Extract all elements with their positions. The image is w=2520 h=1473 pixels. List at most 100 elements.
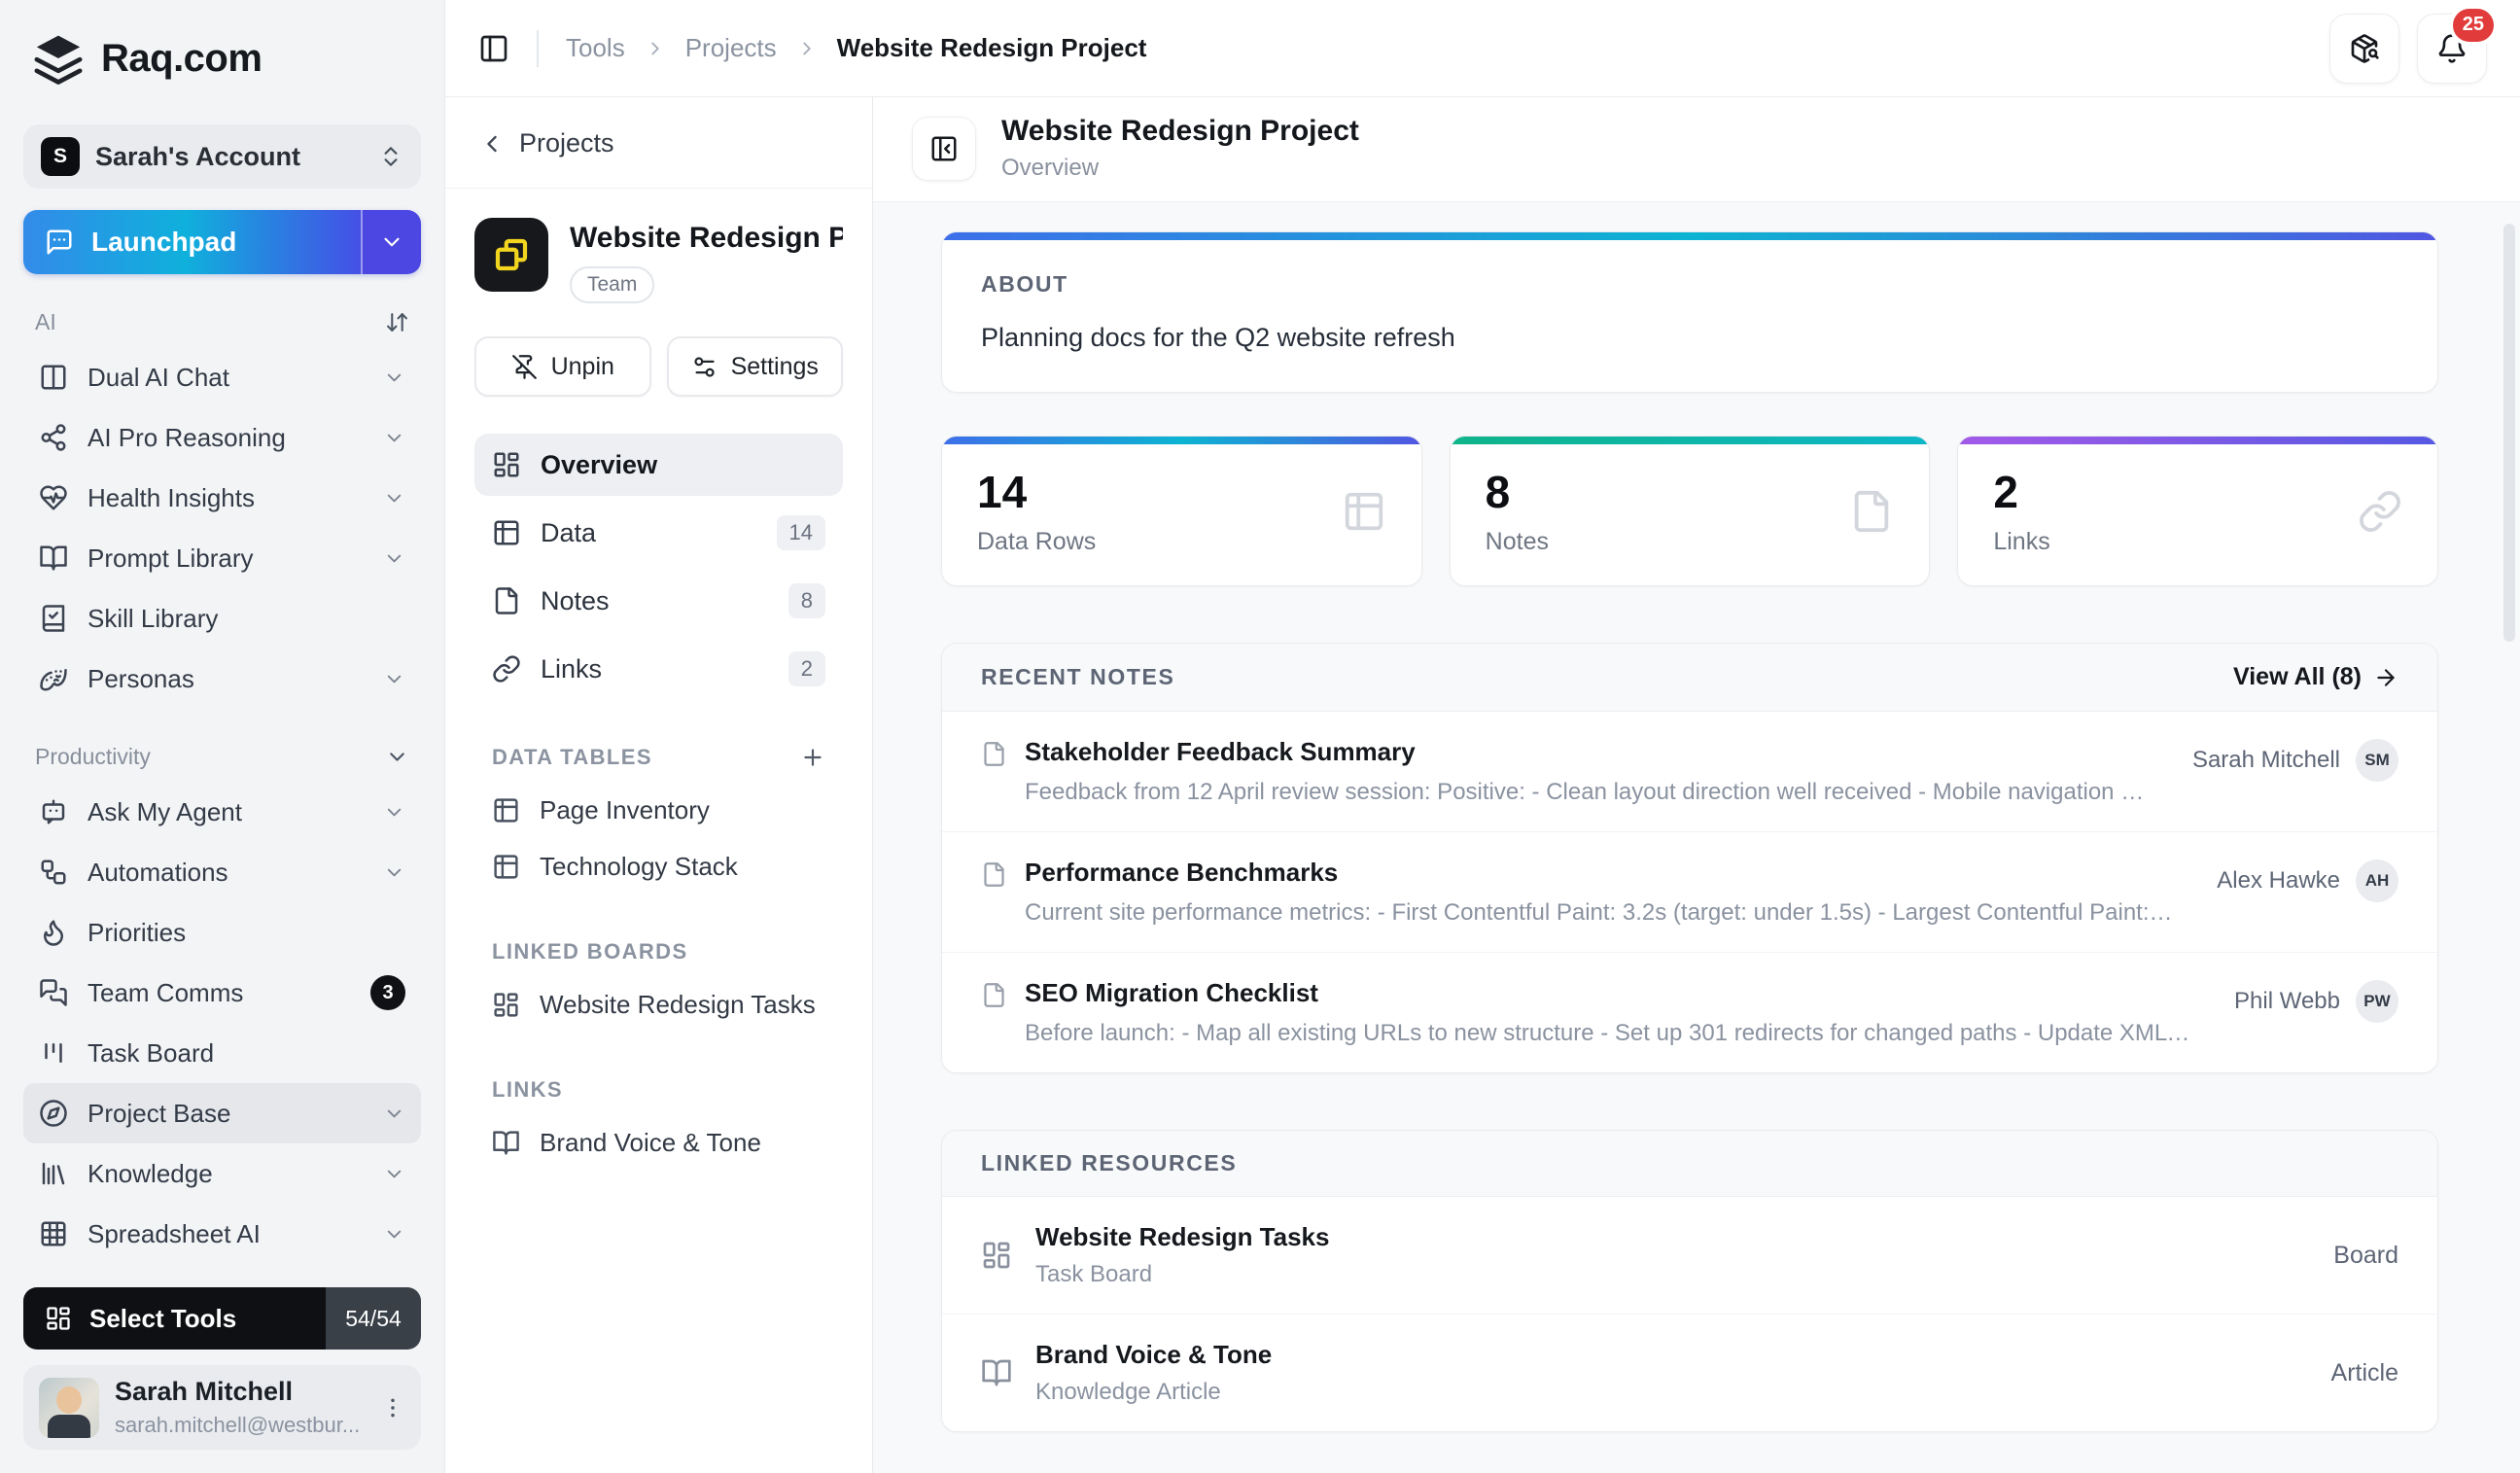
nav-item-overview[interactable]: Overview <box>474 434 843 496</box>
about-text: Planning docs for the Q2 website refresh <box>981 323 2398 353</box>
page-subtitle: Overview <box>1001 155 1359 182</box>
account-switcher[interactable]: S Sarah's Account <box>23 124 421 189</box>
launchpad-main[interactable]: Launchpad <box>23 210 361 274</box>
nav-item-label: Notes <box>541 586 610 616</box>
productivity-section-header: Productivity <box>35 744 409 770</box>
plus-icon[interactable] <box>800 745 825 770</box>
stat-card-links[interactable]: 2 Links <box>1957 436 2438 586</box>
sidebar-item-skill-library[interactable]: Skill Library <box>23 588 421 649</box>
sidebar-item-task-board[interactable]: Task Board <box>23 1023 421 1083</box>
chevron-right-icon <box>796 38 818 59</box>
resource-row-website-redesign-tasks[interactable]: Website Redesign Tasks Task Board Board <box>942 1197 2437 1315</box>
back-to-projects-link[interactable]: Projects <box>474 121 843 166</box>
sidebar-item-dual-ai-chat[interactable]: Dual AI Chat <box>23 347 421 407</box>
chevron-down-icon <box>383 1103 405 1125</box>
sidebar-item-spreadsheet-ai[interactable]: Spreadsheet AI <box>23 1204 421 1264</box>
sidebar-item-prompt-library[interactable]: Prompt Library <box>23 528 421 588</box>
sidebar-item-knowledge[interactable]: Knowledge <box>23 1143 421 1204</box>
note-title: SEO Migration Checklist <box>1025 978 2195 1008</box>
sidebar-item-priorities[interactable]: Priorities <box>23 902 421 963</box>
resource-type: Board <box>2333 1242 2398 1270</box>
package-search-button[interactable] <box>2329 14 2399 84</box>
stat-card-notes[interactable]: 8 Notes <box>1450 436 1931 586</box>
project-panel: Projects Website Redesign P... Team <box>445 97 873 1473</box>
author-name: Sarah Mitchell <box>2192 747 2340 774</box>
more-vertical-icon[interactable] <box>380 1395 405 1420</box>
productivity-section-title: Productivity <box>35 744 151 770</box>
note-author: Sarah Mitchell SM <box>2192 737 2398 782</box>
view-all-notes-link[interactable]: View All (8) <box>2233 663 2398 691</box>
drama-masks-icon <box>39 664 68 693</box>
settings-button[interactable]: Settings <box>667 336 844 397</box>
chevrons-up-down-icon <box>378 144 403 169</box>
nav-item-label: Overview <box>541 450 657 480</box>
linked-board-website-redesign-tasks[interactable]: Website Redesign Tasks <box>474 976 843 1033</box>
sidebar-toggle-icon[interactable] <box>478 33 509 64</box>
sidebar-item-label: Team Comms <box>88 978 351 1008</box>
launchpad-label: Launchpad <box>91 227 236 258</box>
data-table-technology-stack[interactable]: Technology Stack <box>474 838 843 894</box>
nav-item-data[interactable]: Data 14 <box>474 502 843 564</box>
chevron-down-icon <box>383 1223 405 1245</box>
note-row-performance-benchmarks[interactable]: Performance Benchmarks Current site perf… <box>942 832 2437 953</box>
note-author: Alex Hawke AH <box>2217 858 2398 902</box>
author-avatar: SM <box>2356 739 2398 782</box>
unpin-button[interactable]: Unpin <box>474 336 651 397</box>
links-title: LINKS <box>492 1077 563 1103</box>
launchpad-button[interactable]: Launchpad <box>23 210 421 274</box>
sidebar-item-automations[interactable]: Automations <box>23 842 421 902</box>
breadcrumb-projects[interactable]: Projects <box>685 33 777 63</box>
columns-icon <box>39 363 68 392</box>
chevron-down-icon <box>379 229 404 255</box>
notifications-button[interactable]: 25 <box>2417 14 2487 84</box>
top-bar: Tools Projects Website Redesign Project … <box>445 0 2520 97</box>
agent-bot-icon <box>39 797 68 826</box>
user-name: Sarah Mitchell <box>115 1377 365 1407</box>
link-brand-voice-tone[interactable]: Brand Voice & Tone <box>474 1114 843 1171</box>
select-tools-main[interactable]: Select Tools <box>23 1287 326 1350</box>
breadcrumb-tools[interactable]: Tools <box>566 33 625 63</box>
sidebar-item-personas[interactable]: Personas <box>23 649 421 709</box>
scrollbar[interactable] <box>2503 224 2515 642</box>
note-title: Performance Benchmarks <box>1025 858 2178 888</box>
chevron-down-icon[interactable] <box>385 745 409 769</box>
sidebar-item-ai-pro-reasoning[interactable]: AI Pro Reasoning <box>23 407 421 468</box>
link-icon <box>492 654 521 684</box>
stat-gradient-bar <box>1451 437 1930 444</box>
layout-grid-icon <box>981 1240 1012 1271</box>
nav-item-links[interactable]: Links 2 <box>474 638 843 700</box>
panel-collapse-icon <box>929 134 959 163</box>
author-name: Alex Hawke <box>2217 867 2340 894</box>
linked-resources-card: LINKED RESOURCES Website Redesign Tasks … <box>941 1130 2438 1432</box>
linked-resources-header: LINKED RESOURCES <box>942 1131 2437 1197</box>
resource-subtitle: Task Board <box>1035 1261 1329 1288</box>
note-row-seo-migration[interactable]: SEO Migration Checklist Before launch: -… <box>942 953 2437 1072</box>
linked-boards-header: LINKED BOARDS <box>492 939 825 964</box>
layout-grid-icon <box>492 991 520 1019</box>
layout-grid-icon <box>45 1305 72 1332</box>
stat-gradient-bar <box>942 437 1421 444</box>
resource-row-brand-voice-tone[interactable]: Brand Voice & Tone Knowledge Article Art… <box>942 1315 2437 1431</box>
collapse-panel-button[interactable] <box>912 117 976 181</box>
stat-card-data-rows[interactable]: 14 Data Rows <box>941 436 1422 586</box>
note-row-stakeholder-feedback[interactable]: Stakeholder Feedback Summary Feedback fr… <box>942 712 2437 832</box>
select-tools-button[interactable]: Select Tools 54/54 <box>23 1287 421 1350</box>
stat-gradient-bar <box>1958 437 2437 444</box>
sidebar-item-label: Knowledge <box>88 1159 364 1189</box>
stats-row: 14 Data Rows 8 Notes <box>941 436 2438 586</box>
sidebar-item-project-base[interactable]: Project Base <box>23 1083 421 1143</box>
select-tools-label: Select Tools <box>89 1304 236 1334</box>
author-avatar: PW <box>2356 980 2398 1023</box>
sidebar-item-health-insights[interactable]: Health Insights <box>23 468 421 528</box>
user-profile[interactable]: Sarah Mitchell sarah.mitchell@westbur... <box>23 1365 421 1450</box>
file-icon <box>492 586 521 615</box>
sidebar-item-team-comms[interactable]: Team Comms 3 <box>23 963 421 1023</box>
brand: Raq.com <box>31 31 413 86</box>
breadcrumb: Tools Projects Website Redesign Project <box>566 33 1146 63</box>
data-table-page-inventory[interactable]: Page Inventory <box>474 782 843 838</box>
nav-item-notes[interactable]: Notes 8 <box>474 570 843 632</box>
sort-icon[interactable] <box>385 310 409 334</box>
sidebar-item-ask-my-agent[interactable]: Ask My Agent <box>23 782 421 842</box>
note-preview: Feedback from 12 April review session: P… <box>1025 779 2153 806</box>
launchpad-dropdown-button[interactable] <box>361 210 421 274</box>
